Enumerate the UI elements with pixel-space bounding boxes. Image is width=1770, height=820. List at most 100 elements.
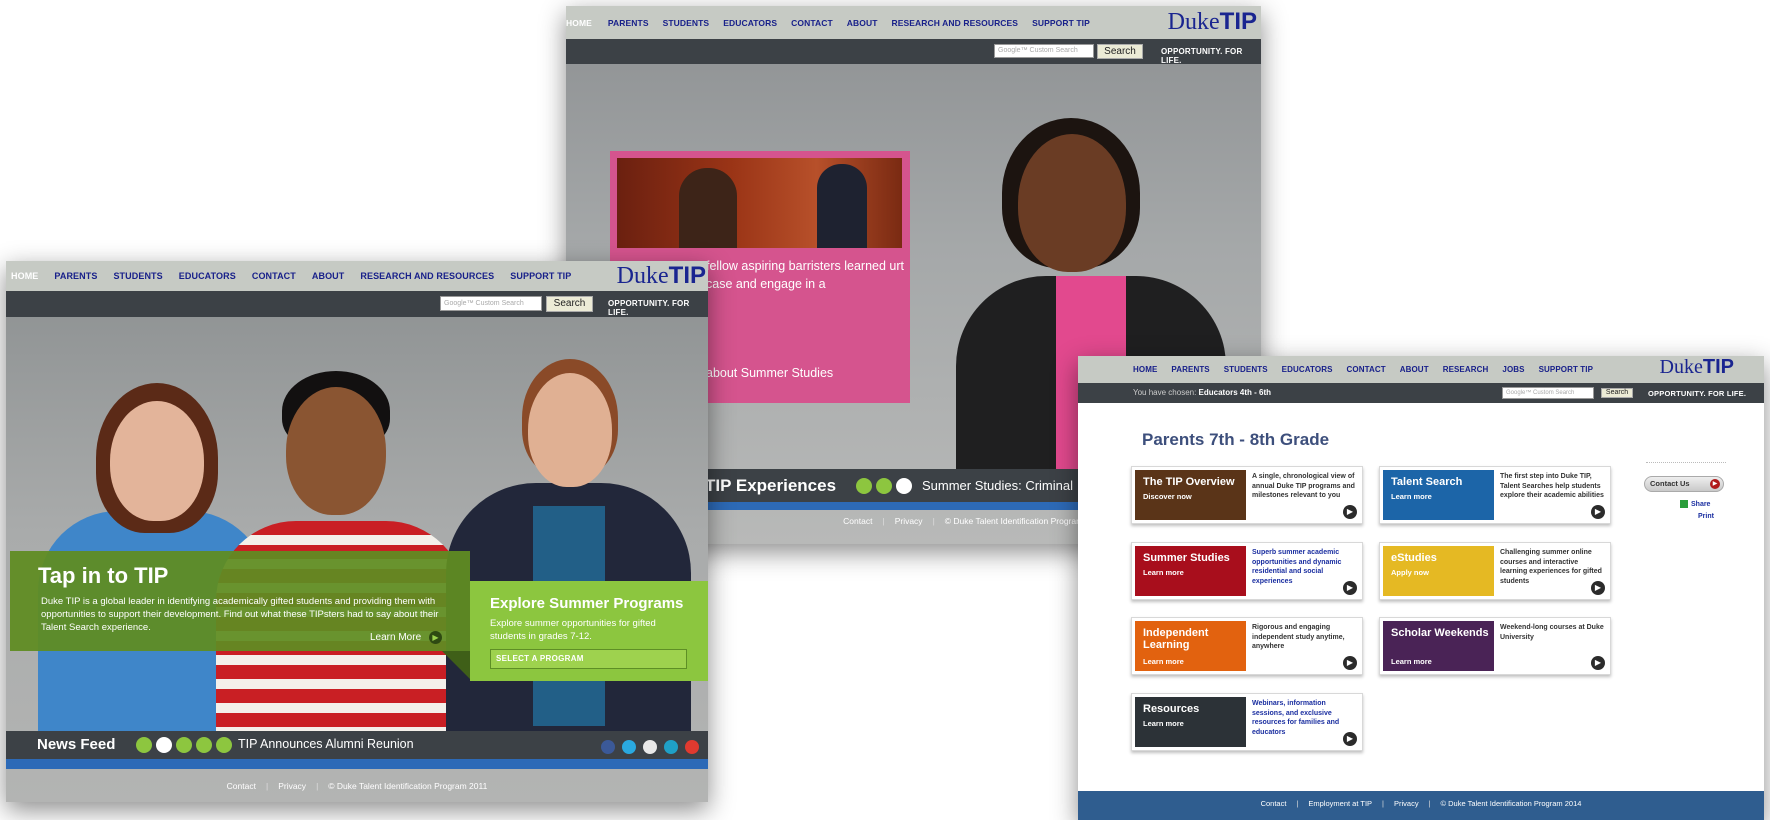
search-input[interactable]: Google™ Custom Search — [440, 296, 542, 311]
nav-contact[interactable]: CONTACT — [252, 271, 296, 281]
share-icon — [1680, 500, 1688, 508]
nav-home[interactable]: HOME — [1133, 365, 1157, 374]
promo-link[interactable]: about Summer Studies — [706, 366, 833, 380]
select-program-dropdown[interactable]: SELECT A PROGRAM — [490, 649, 687, 669]
tile-independent-learning[interactable]: Independent Learning Learn more Rigorous … — [1131, 617, 1363, 675]
tagline: OPPORTUNITY. FOR LIFE. — [1161, 47, 1243, 65]
tile-link[interactable]: Learn more — [1143, 719, 1184, 728]
chosen-prefix: You have chosen: — [1133, 388, 1197, 397]
summer-body: Explore summer opportunities for gifted … — [490, 618, 656, 642]
search-button[interactable]: Search — [1601, 388, 1633, 398]
footer-contact[interactable]: Contact — [227, 781, 256, 791]
footer-contact[interactable]: Contact — [843, 516, 872, 526]
contact-us-label: Contact Us — [1650, 479, 1690, 488]
nav-students[interactable]: STUDENTS — [663, 18, 710, 28]
nav-support[interactable]: SUPPORT TIP — [510, 271, 571, 281]
nav-research[interactable]: RESEARCH AND RESOURCES — [892, 18, 1019, 28]
duke-tip-logo[interactable]: DukeTIP — [617, 262, 706, 290]
footer-privacy[interactable]: Privacy — [1394, 799, 1419, 808]
footer-employment[interactable]: Employment at TIP — [1308, 799, 1372, 808]
arrow-right-icon[interactable]: ▶ — [1591, 656, 1605, 670]
tile-link[interactable]: Discover now — [1143, 492, 1192, 501]
tile-summer-studies[interactable]: Summer Studies Learn more Superb summer a… — [1131, 542, 1363, 600]
facebook-icon[interactable] — [601, 739, 615, 754]
hero-title: Tap in to TIP — [38, 563, 169, 588]
search-input[interactable]: Google™ Custom Search — [1502, 387, 1594, 399]
share-link[interactable]: Share — [1680, 500, 1710, 508]
footer-privacy[interactable]: Privacy — [895, 516, 923, 526]
hero-learn-more[interactable]: Learn More ▶ — [370, 631, 442, 644]
print-link[interactable]: Print — [1698, 513, 1714, 520]
twitter-icon[interactable] — [622, 739, 636, 754]
nav-parents[interactable]: PARENTS — [54, 271, 97, 281]
nav-contact[interactable]: CONTACT — [791, 18, 833, 28]
arrow-right-icon[interactable]: ▶ — [1591, 505, 1605, 519]
news-dot[interactable] — [216, 736, 232, 753]
tile-link[interactable]: Apply now — [1391, 568, 1429, 577]
carousel-dot-active[interactable] — [896, 477, 912, 494]
tile-link[interactable]: Learn more — [1143, 568, 1184, 577]
search-bar: You have chosen: Educators 4th - 6th Goo… — [1078, 383, 1764, 403]
news-dot-active[interactable] — [156, 736, 172, 753]
search-button[interactable]: Search — [546, 296, 593, 312]
contact-us-button[interactable]: Contact Us ▶ — [1644, 476, 1724, 492]
nav-home[interactable]: HOME — [566, 18, 592, 28]
nav-parents[interactable]: PARENTS — [1171, 365, 1209, 374]
tile-link[interactable]: Learn more — [1391, 492, 1432, 501]
hero-learn-more-label: Learn More — [370, 632, 422, 643]
tile-talent-search[interactable]: Talent Search Learn more The first step i… — [1379, 466, 1611, 524]
nav-support[interactable]: SUPPORT TIP — [1032, 18, 1090, 28]
carousel-dot[interactable] — [856, 477, 872, 494]
tile-tip-overview[interactable]: The TIP Overview Discover now A single, c… — [1131, 466, 1363, 524]
nav-about[interactable]: ABOUT — [312, 271, 345, 281]
footer-contact[interactable]: Contact — [1261, 799, 1287, 808]
news-dot[interactable] — [196, 736, 212, 753]
tile-title: eStudies — [1391, 552, 1437, 564]
duke-tip-logo[interactable]: DukeTIP — [1660, 356, 1734, 379]
nav-about[interactable]: ABOUT — [1400, 365, 1429, 374]
search-input[interactable]: Google™ Custom Search — [994, 44, 1094, 58]
arrow-right-icon[interactable]: ▶ — [1591, 581, 1605, 595]
nav-support[interactable]: SUPPORT TIP — [1539, 365, 1593, 374]
news-headline[interactable]: TIP Announces Alumni Reunion — [238, 737, 414, 751]
tile-color-block: Summer Studies Learn more — [1135, 546, 1246, 596]
nav-jobs[interactable]: JOBS — [1502, 365, 1524, 374]
search-bar: Google™ Custom Search Search OPPORTUNITY… — [6, 291, 708, 317]
vimeo-icon[interactable] — [664, 739, 678, 754]
footer-privacy[interactable]: Privacy — [278, 781, 306, 791]
youtube-icon[interactable] — [685, 739, 699, 754]
carousel-dot[interactable] — [876, 477, 892, 494]
arrow-right-icon[interactable]: ▶ — [1343, 656, 1357, 670]
nav-educators[interactable]: EDUCATORS — [179, 271, 236, 281]
carousel-dots[interactable] — [856, 477, 916, 495]
nav-contact[interactable]: CONTACT — [1347, 365, 1386, 374]
duke-tip-logo[interactable]: DukeTIP — [1168, 8, 1257, 36]
arrow-right-icon[interactable]: ▶ — [1343, 581, 1357, 595]
nav-parents[interactable]: PARENTS — [608, 18, 649, 28]
nav-home[interactable]: HOME — [11, 271, 38, 281]
nav-students[interactable]: STUDENTS — [1224, 365, 1268, 374]
nav-research[interactable]: RESEARCH AND RESOURCES — [360, 271, 494, 281]
nav-students[interactable]: STUDENTS — [113, 271, 162, 281]
nav-educators[interactable]: EDUCATORS — [723, 18, 777, 28]
tile-link[interactable]: Learn more — [1391, 657, 1432, 666]
right-nav-bar: HOME PARENTS STUDENTS EDUCATORS CONTACT … — [1078, 356, 1764, 383]
tile-link[interactable]: Learn more — [1143, 657, 1184, 666]
flickr-icon[interactable] — [643, 739, 657, 754]
chosen-audience: You have chosen: Educators 4th - 6th — [1133, 388, 1271, 397]
nav-research[interactable]: RESEARCH — [1443, 365, 1489, 374]
arrow-right-icon[interactable]: ▶ — [1343, 732, 1357, 746]
nav-educators[interactable]: EDUCATORS — [1282, 365, 1333, 374]
arrow-right-icon[interactable]: ▶ — [1343, 505, 1357, 519]
tile-resources[interactable]: Resources Learn more Webinars, informatio… — [1131, 693, 1363, 751]
news-dots[interactable] — [136, 736, 236, 754]
news-dot[interactable] — [176, 736, 192, 753]
chosen-value[interactable]: Educators 4th - 6th — [1199, 388, 1271, 397]
search-button[interactable]: Search — [1097, 44, 1143, 59]
tile-scholar-weekends[interactable]: Scholar Weekends Learn more Weekend-long … — [1379, 617, 1611, 675]
news-dot[interactable] — [136, 736, 152, 753]
tile-estudies[interactable]: eStudies Apply now Challenging summer onl… — [1379, 542, 1611, 600]
nav-about[interactable]: ABOUT — [847, 18, 878, 28]
photo-student-face — [1018, 134, 1126, 272]
search-bar: Google™ Custom Search Search OPPORTUNITY… — [566, 39, 1261, 65]
